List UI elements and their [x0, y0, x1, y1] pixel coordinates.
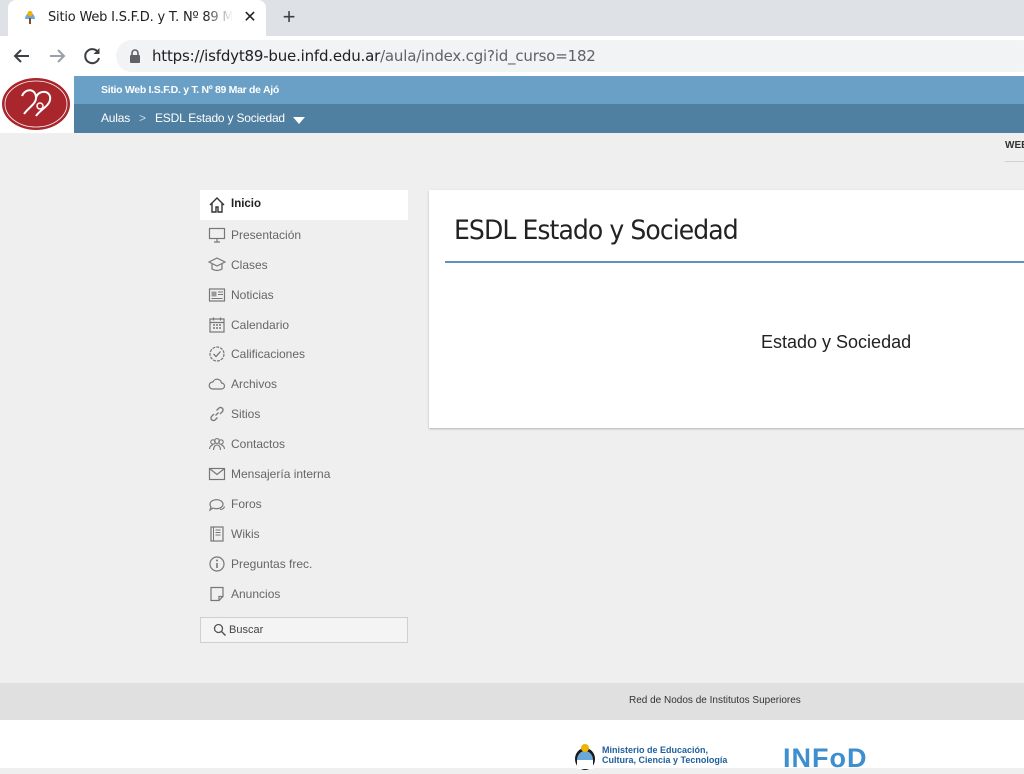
sidebar-item-label: Anuncios	[231, 586, 281, 601]
info-icon	[209, 556, 225, 572]
course-dropdown-caret-icon[interactable]	[293, 117, 305, 124]
new-tab-button[interactable]: +	[277, 6, 301, 30]
sidebar-item-label: Sitios	[231, 407, 261, 422]
browser-tab[interactable]: Sitio Web I.S.F.D. y T. Nº 89 Mar de Ajó…	[8, 0, 266, 36]
browser-tab-strip: Sitio Web I.S.F.D. y T. Nº 89 Mar de Ajó…	[0, 0, 1024, 36]
breadcrumb-aulas[interactable]: Aulas	[101, 111, 130, 125]
sidebar-item-calendario[interactable]: Calendario	[200, 310, 408, 340]
sidebar-item-clases[interactable]: Clases	[200, 250, 408, 280]
breadcrumb-current-course[interactable]: ESDL Estado y Sociedad	[155, 111, 285, 125]
home-icon	[209, 197, 225, 213]
sidebar-item-label: Archivos	[231, 377, 278, 392]
forward-arrow-icon[interactable]	[45, 44, 69, 68]
sidebar-item-label: Wikis	[231, 526, 260, 541]
sidebar-item-contactos[interactable]: Contactos	[200, 429, 408, 459]
sidebar-item-presentacion[interactable]: Presentación	[200, 220, 408, 250]
note-icon	[210, 586, 224, 601]
tab-title: Sitio Web I.S.F.D. y T. Nº 89 Mar de Ajó	[48, 10, 233, 25]
institute-logo-icon	[2, 78, 70, 130]
reload-icon[interactable]	[80, 44, 104, 68]
cloud-icon	[208, 378, 226, 390]
search-input[interactable]	[229, 621, 399, 639]
sidebar-item-label: Foros	[231, 496, 262, 511]
newspaper-icon	[208, 288, 226, 302]
sidebar-item-inicio[interactable]: Inicio	[200, 190, 408, 220]
people-icon	[208, 438, 226, 451]
sidebar-item-wikis[interactable]: Wikis	[200, 519, 408, 549]
sidebar-item-label: Mensajería interna	[231, 467, 331, 482]
search-icon	[213, 623, 227, 637]
site-name[interactable]: Sitio Web I.S.F.D. y T. Nº 89 Mar de Ajó	[101, 84, 279, 96]
footer-logos: Ministerio de Educación, Cultura, Cienci…	[0, 720, 1024, 773]
sidebar-item-sitios[interactable]: Sitios	[200, 399, 408, 429]
lock-icon	[130, 49, 140, 63]
course-card: ESDL Estado y Sociedad Estado y Sociedad	[429, 190, 1024, 428]
sidebar-item-label: Inicio	[231, 198, 262, 210]
sidebar-item-label: Presentación	[231, 227, 302, 242]
sidebar-item-calificaciones[interactable]: Calificaciones	[200, 339, 408, 369]
browser-toolbar: https://isfdyt89-bue.infd.edu.ar/aula/in…	[0, 36, 1024, 77]
document-icon	[210, 526, 224, 542]
institute-logo[interactable]	[0, 76, 74, 133]
argentina-emblem-icon	[25, 10, 35, 25]
footer-network-link[interactable]: Red de Nodos de Institutos Superiores	[629, 695, 801, 706]
sidebar-item-label: Clases	[231, 257, 268, 272]
sidebar-item-label: Noticias	[231, 287, 274, 302]
argentina-emblem-icon	[575, 744, 595, 770]
link-icon	[210, 407, 224, 422]
back-arrow-icon[interactable]	[10, 44, 34, 68]
web-link-clipped[interactable]: WEB	[1005, 140, 1024, 162]
sidebar-item-label: Contactos	[231, 437, 286, 452]
sidebar-item-label: Calendario	[231, 317, 290, 332]
sidebar-item-archivos[interactable]: Archivos	[200, 369, 408, 399]
sidebar-item-label: Calificaciones	[231, 347, 306, 362]
sidebar-item-noticias[interactable]: Noticias	[200, 280, 408, 310]
sidebar-item-anuncios[interactable]: Anuncios	[200, 579, 408, 609]
breadcrumb-separator: >	[139, 111, 147, 125]
sidebar-item-mensajeria[interactable]: Mensajería interna	[200, 459, 408, 489]
url-text: https://isfdyt89-bue.infd.edu.ar/aula/in…	[152, 47, 596, 65]
breadcrumb-bar	[0, 104, 1024, 133]
page-title: ESDL Estado y Sociedad	[454, 215, 739, 246]
chat-bubbles-icon	[208, 499, 226, 512]
sidebar-item-label: Preguntas frec.	[231, 556, 313, 571]
site-header: Sitio Web I.S.F.D. y T. Nº 89 Mar de Ajó…	[0, 76, 1024, 133]
course-description: Estado y Sociedad	[761, 332, 912, 352]
address-bar[interactable]: https://isfdyt89-bue.infd.edu.ar/aula/in…	[116, 40, 1024, 72]
infod-logo[interactable]: INFoD	[783, 743, 867, 774]
tab-close-icon[interactable]: ✕	[240, 8, 260, 28]
course-sidebar: Inicio Presentación Clases Noticias Cale…	[200, 190, 408, 608]
calendar-icon	[209, 317, 225, 333]
graduation-cap-icon	[208, 257, 226, 271]
sidebar-item-preguntas[interactable]: Preguntas frec.	[200, 549, 408, 579]
footer-band: Red de Nodos de Institutos Superiores	[0, 683, 1024, 720]
ministry-name: Ministerio de Educación, Cultura, Cienci…	[602, 745, 728, 765]
envelope-icon	[208, 467, 226, 481]
sidebar-search[interactable]	[200, 617, 408, 643]
sidebar-item-foros[interactable]: Foros	[200, 489, 408, 519]
monitor-icon	[208, 227, 226, 243]
title-divider	[445, 261, 1024, 263]
check-badge-icon	[209, 346, 225, 363]
